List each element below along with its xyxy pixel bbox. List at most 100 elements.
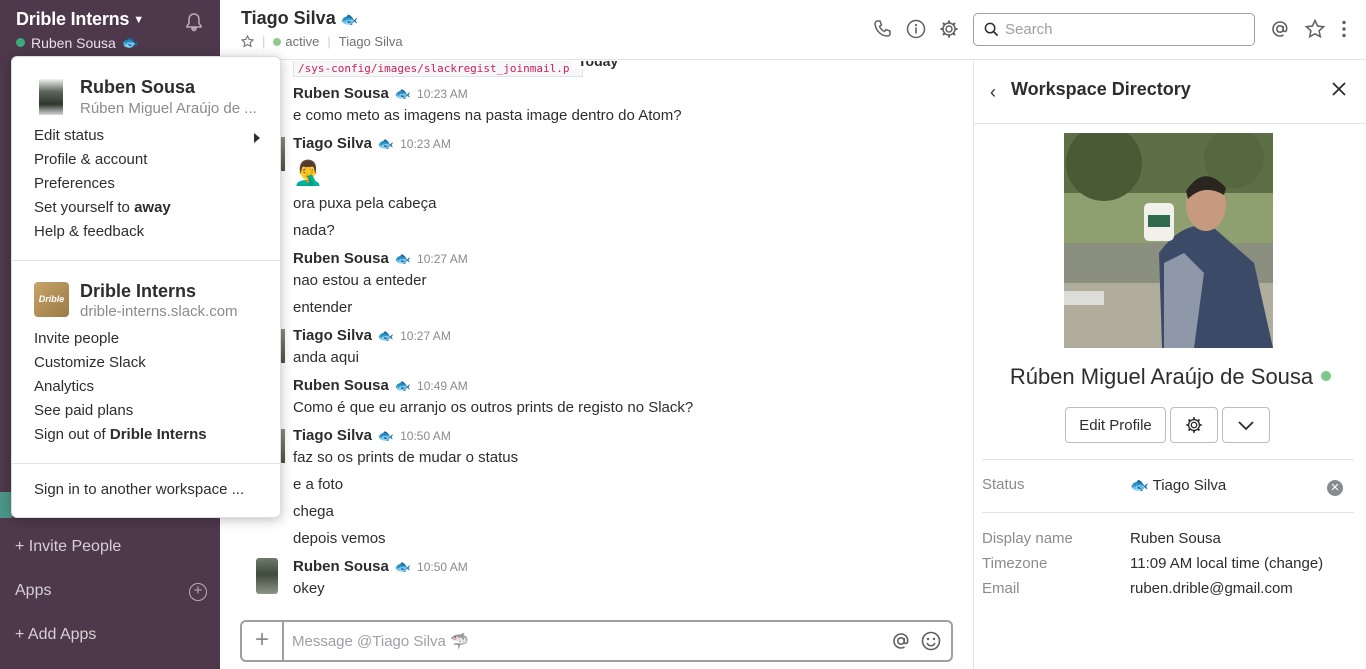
menu-item-paid-plans[interactable]: See paid plans [34, 402, 133, 419]
author-name[interactable]: Ruben Sousa [293, 85, 389, 102]
email-label: Email [982, 580, 1020, 597]
message-time[interactable]: 10:27 AM [400, 329, 451, 343]
author-name[interactable]: Ruben Sousa [293, 558, 389, 575]
message-time[interactable]: 10:50 AM [400, 429, 451, 443]
starred-items-icon[interactable] [1304, 18, 1326, 40]
menu-workspace-url: drible-interns.slack.com [80, 303, 238, 320]
menu-user-fullname: Rúben Miguel Araújo de ... [80, 100, 257, 117]
menu-workspace-name: Drible Interns [80, 281, 197, 301]
more-actions-button[interactable] [1222, 407, 1270, 443]
search-input[interactable]: Search [973, 13, 1255, 46]
message-time[interactable]: 10:50 AM [417, 560, 468, 574]
sign-out-bold: Drible Interns [109, 426, 207, 443]
menu-item-edit-status[interactable]: Edit status [34, 127, 104, 144]
display-name-label: Display name [982, 530, 1073, 547]
edit-profile-button[interactable]: Edit Profile [1065, 407, 1166, 443]
avatar[interactable] [256, 558, 278, 594]
workspace-directory-panel: ‹ Workspace Directory Rúben Miguel Araúj… [973, 61, 1366, 669]
day-divider: Today [572, 61, 625, 69]
workspace-logo: Drible [34, 282, 69, 317]
message-time[interactable]: 10:23 AM [400, 137, 451, 151]
author-name[interactable]: Tiago Silva [293, 327, 372, 344]
message-text: okey [293, 580, 325, 597]
author-name[interactable]: Tiago Silva [293, 427, 372, 444]
apps-heading[interactable]: Apps [15, 582, 51, 600]
add-app-icon[interactable]: + [189, 583, 207, 601]
emoji-icon[interactable] [920, 630, 942, 652]
invite-people-link[interactable]: + Invite People [15, 538, 121, 556]
author-name[interactable]: Ruben Sousa [293, 377, 389, 394]
message-text: anda aqui [293, 349, 359, 366]
message-time[interactable]: 10:27 AM [417, 252, 468, 266]
menu-item-sign-out[interactable]: Sign out of Drible Interns [34, 426, 207, 443]
message-time[interactable]: 10:49 AM [417, 379, 468, 393]
phone-icon[interactable] [872, 18, 894, 40]
info-icon[interactable] [905, 18, 927, 40]
author-emoji: 🐟 [377, 136, 395, 151]
message-text: nada? [293, 222, 335, 239]
sign-out-prefix: Sign out of [34, 426, 110, 443]
status-value-text: Tiago Silva [1152, 477, 1227, 494]
more-options-icon[interactable] [1333, 18, 1355, 40]
channel-title-emoji: 🐟 [340, 11, 359, 27]
message-input[interactable]: + Message @Tiago Silva 🦈 [240, 620, 953, 662]
presence-dot [16, 38, 25, 47]
status-label: Status [982, 476, 1025, 493]
close-icon[interactable] [1328, 78, 1350, 100]
channel-title: Tiago Silva 🐟 [241, 8, 358, 29]
message-header: Ruben Sousa 🐟 10:27 AM [293, 250, 468, 267]
channel-meta: | active | Tiago Silva [241, 34, 403, 49]
message-text: e como meto as imagens na pasta image de… [293, 107, 682, 124]
menu-user-name: Ruben Sousa [80, 77, 196, 97]
message-header: Ruben Sousa 🐟 10:49 AM [293, 377, 468, 394]
message-text: nao estou a enteder [293, 272, 427, 289]
avatar [39, 79, 63, 115]
divider [12, 463, 280, 464]
author-name[interactable]: Tiago Silva [293, 135, 372, 152]
set-away-prefix: Set yourself to [34, 199, 135, 216]
gear-icon[interactable] [938, 18, 960, 40]
message-text: e a foto [293, 476, 344, 493]
email-value[interactable]: ruben.drible@gmail.com [1130, 580, 1293, 597]
profile-full-name-text: Rúben Miguel Araújo de Sousa [1009, 364, 1314, 389]
menu-item-customize[interactable]: Customize Slack [34, 354, 146, 371]
menu-item-help[interactable]: Help & feedback [34, 223, 144, 240]
profile-photo[interactable] [1064, 133, 1273, 348]
mentions-icon[interactable] [1269, 18, 1291, 40]
message-time[interactable]: 10:23 AM [417, 87, 468, 101]
channel-header: Tiago Silva 🐟 | active | Tiago Silva Sea… [220, 0, 1366, 60]
attach-button[interactable]: + [242, 622, 284, 660]
mention-icon[interactable] [890, 630, 912, 652]
gear-icon [1186, 417, 1202, 433]
message-header: Tiago Silva 🐟 10:23 AM [293, 135, 451, 152]
workspace-menu: Ruben Sousa Rúben Miguel Araújo de ... E… [11, 56, 281, 518]
author-emoji: 🐟 [377, 328, 395, 343]
clear-status-icon[interactable]: ✕ [1327, 480, 1343, 496]
menu-item-set-away[interactable]: Set yourself to away [34, 199, 171, 216]
star-icon[interactable] [241, 35, 254, 48]
message-list[interactable]: /sys-config/images/slackregist_joinmail.… [220, 61, 973, 607]
workspace-switcher[interactable]: Drible Interns ▼ [16, 9, 144, 30]
bell-icon[interactable] [184, 12, 204, 32]
profile-settings-button[interactable] [1170, 407, 1218, 443]
presence-dot [1321, 371, 1332, 381]
current-user[interactable]: Ruben Sousa 🐟 [16, 34, 139, 51]
current-user-emoji: 🐟 [121, 34, 140, 50]
set-away-bold: away [134, 199, 171, 216]
display-name-value: Ruben Sousa [1130, 530, 1221, 547]
back-icon[interactable]: ‹ [990, 82, 996, 103]
active-dot [273, 38, 282, 46]
search-icon [984, 22, 999, 37]
message-header: Tiago Silva 🐟 10:50 AM [293, 427, 451, 444]
add-apps-link[interactable]: + Add Apps [15, 626, 96, 644]
author-name[interactable]: Ruben Sousa [293, 250, 389, 267]
menu-item-preferences[interactable]: Preferences [34, 175, 115, 192]
menu-item-profile[interactable]: Profile & account [34, 151, 147, 168]
menu-item-analytics[interactable]: Analytics [34, 378, 94, 395]
message-text: ora puxa pela cabeça [293, 195, 437, 212]
timezone-value[interactable]: 11:09 AM local time (change) [1130, 555, 1323, 572]
menu-item-sign-in-other[interactable]: Sign in to another workspace ... [34, 481, 244, 498]
channel-display-name: Tiago Silva [338, 34, 403, 49]
presence-status: active [273, 34, 319, 49]
menu-item-invite[interactable]: Invite people [34, 330, 119, 347]
